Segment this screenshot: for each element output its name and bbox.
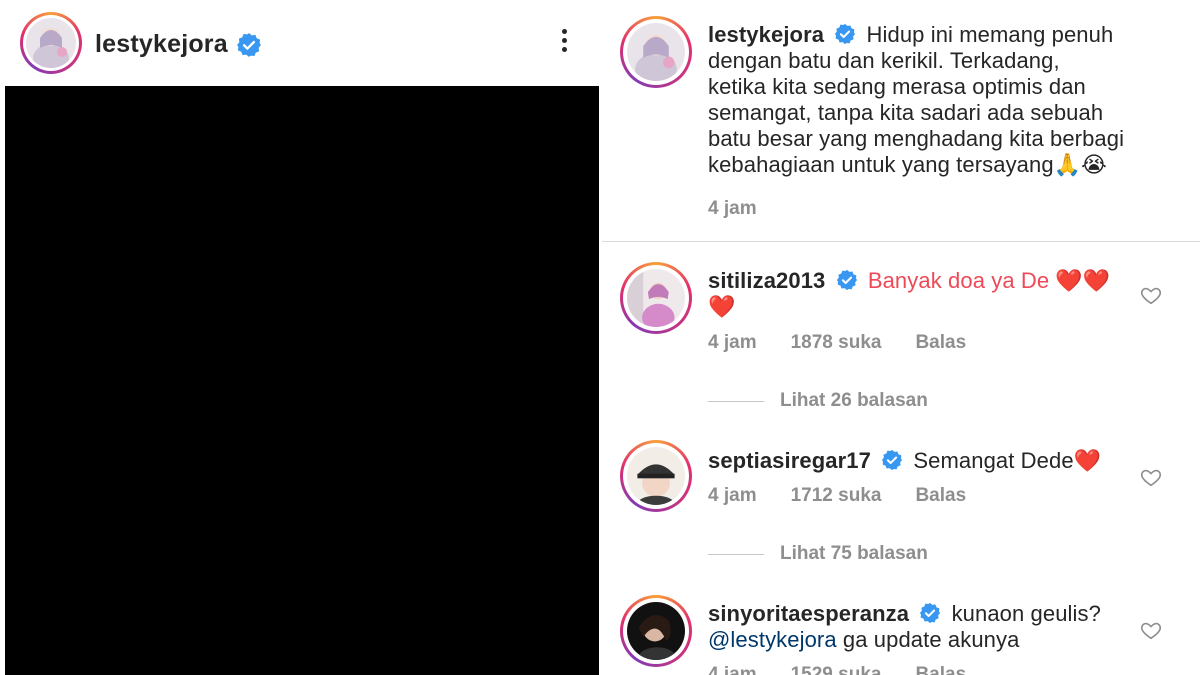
comment-body: ❤️ <box>708 294 736 319</box>
caption-line: semangat, tanpa kita sadari ada sebuah <box>708 100 1104 125</box>
avatar <box>627 602 685 660</box>
caption-line: dengan batu dan kerikil. Terkadang, <box>708 48 1060 73</box>
comment-meta: 4 jam 1878 suka Balas <box>708 332 966 354</box>
post-username[interactable]: lestykejora <box>95 30 262 59</box>
avatar <box>627 23 685 81</box>
comment-likes[interactable]: 1878 suka <box>791 332 882 354</box>
mention-link[interactable]: @lestykejora <box>708 627 837 652</box>
comment-text: septiasiregar17 Semangat Dede❤️ <box>708 448 1148 474</box>
caption-meta: 4 jam <box>708 198 757 220</box>
comment-avatar-ring[interactable] <box>620 595 692 667</box>
caption-time: 4 jam <box>708 198 757 219</box>
post-panel: lestykejora <box>0 0 600 675</box>
post-username-label[interactable]: lestykejora <box>95 30 228 59</box>
caption-text: lestykejora Hidup ini memang penuh denga… <box>708 22 1188 178</box>
caption-divider <box>602 241 1200 242</box>
comment-body: Banyak doa ya De ❤️❤️ <box>867 268 1111 293</box>
view-replies-label[interactable]: Lihat 75 balasan <box>780 543 928 565</box>
view-replies-button[interactable]: Lihat 26 balasan <box>708 390 928 412</box>
post-header: lestykejora <box>0 0 600 86</box>
comments-panel: lestykejora Hidup ini memang penuh denga… <box>602 0 1200 675</box>
comment-likes[interactable]: 1712 suka <box>791 485 882 507</box>
like-heart-icon[interactable] <box>1140 466 1162 488</box>
verified-badge-icon <box>835 23 856 45</box>
caption-avatar-ring[interactable] <box>620 16 692 88</box>
comment-avatar-ring[interactable] <box>620 440 692 512</box>
replies-line <box>708 400 764 402</box>
comment-body: Semangat Dede❤️ <box>913 448 1102 473</box>
like-heart-icon[interactable] <box>1140 284 1162 306</box>
comment-body: kunaon geulis? <box>951 601 1101 626</box>
like-heart-icon[interactable] <box>1140 619 1162 641</box>
caption-line: ketika kita sedang merasa optimis dan <box>708 74 1086 99</box>
more-options-icon[interactable] <box>552 26 576 62</box>
comment-body: ga update akunya <box>836 627 1020 652</box>
comment-username[interactable]: sinyoritaesperanza <box>708 601 909 626</box>
reply-button[interactable]: Balas <box>915 485 966 507</box>
verified-badge-icon <box>920 602 941 624</box>
comment-username[interactable]: septiasiregar17 <box>708 448 871 473</box>
view-replies-button[interactable]: Lihat 75 balasan <box>708 543 928 565</box>
comment-time: 4 jam <box>708 664 757 675</box>
reply-button[interactable]: Balas <box>915 664 966 675</box>
comment-text: sitiliza2013 Banyak doa ya De ❤️❤️ ❤️ <box>708 268 1148 320</box>
comment-likes[interactable]: 1529 suka <box>791 664 882 675</box>
verified-badge-icon <box>836 269 857 291</box>
view-replies-label[interactable]: Lihat 26 balasan <box>780 390 928 412</box>
caption-username[interactable]: lestykejora <box>708 22 824 47</box>
comment-avatar-ring[interactable] <box>620 262 692 334</box>
reply-button[interactable]: Balas <box>915 332 966 354</box>
post-avatar-ring[interactable] <box>20 12 82 74</box>
comment-time: 4 jam <box>708 485 757 506</box>
replies-line <box>708 553 764 555</box>
avatar <box>627 447 685 505</box>
comment-meta: 4 jam 1712 suka Balas <box>708 485 966 507</box>
verified-badge-icon <box>236 32 261 57</box>
avatar <box>627 269 685 327</box>
comment-time: 4 jam <box>708 332 757 353</box>
caption-line: Hidup ini memang penuh <box>866 22 1114 47</box>
post-image[interactable] <box>5 86 599 675</box>
comment-username[interactable]: sitiliza2013 <box>708 268 825 293</box>
caption-line: batu besar yang menghadang kita berbagi <box>708 126 1125 151</box>
caption-block: lestykejora Hidup ini memang penuh denga… <box>602 0 1200 240</box>
caption-line: kebahagiaan untuk yang tersayang🙏😭 <box>708 152 1107 177</box>
verified-badge-icon <box>882 449 903 471</box>
comment-meta: 4 jam 1529 suka Balas <box>708 664 966 675</box>
comment-text: sinyoritaesperanza kunaon geulis? @lesty… <box>708 601 1148 653</box>
avatar <box>26 18 76 68</box>
